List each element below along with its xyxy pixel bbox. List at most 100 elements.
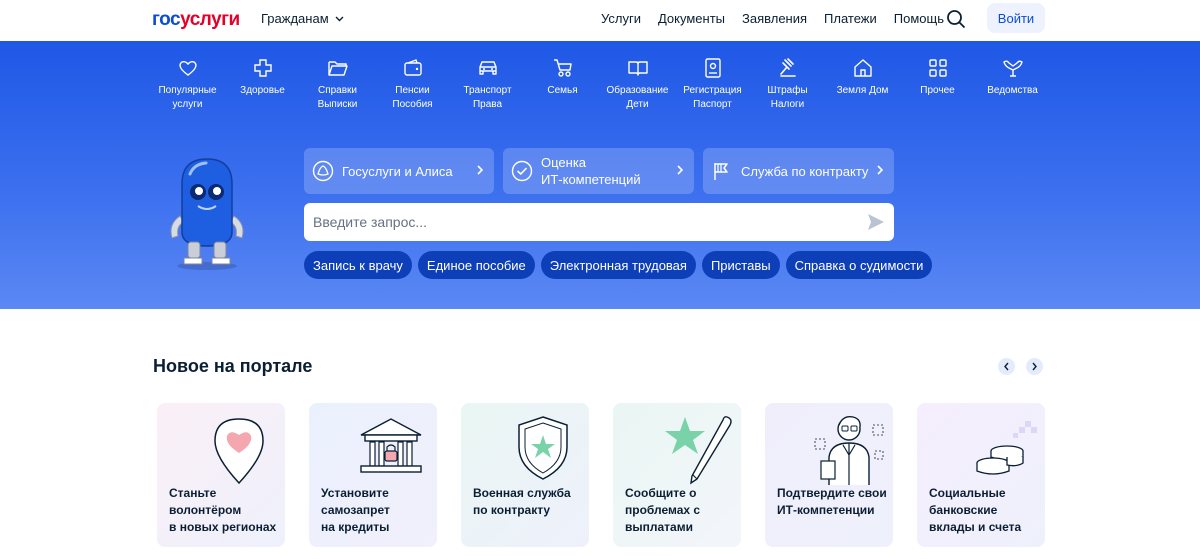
chip-doctor-appointment[interactable]: Запись к врачу: [304, 251, 412, 279]
category-land-house[interactable]: Земля Дом: [825, 57, 900, 112]
news-card-it-competencies[interactable]: Подтвердите свои ИТ-компетенции: [765, 403, 893, 547]
category-label-line1: Штрафы: [767, 85, 808, 96]
gavel-icon: [779, 58, 796, 77]
news-card-line: Социальные: [929, 486, 1006, 500]
audience-dropdown[interactable]: Гражданам: [261, 11, 344, 26]
coins-icon: [976, 421, 1037, 475]
book-icon: [627, 61, 648, 76]
category-label-line2: Налоги: [770, 99, 805, 110]
news-card-text: Подтвердите свои ИТ-компетенции: [777, 485, 889, 519]
category-agencies[interactable]: Ведомства: [975, 57, 1050, 112]
nav-documents[interactable]: Документы: [658, 11, 725, 26]
category-transport[interactable]: Транспорт Права: [450, 57, 525, 112]
chip-electronic-workbook[interactable]: Электронная трудовая: [540, 251, 696, 279]
category-label-line2: Права: [472, 99, 503, 110]
news-cards: Станьте волонтёром в новых регионах Устано…: [157, 403, 1045, 547]
category-label-line2: услуги: [172, 99, 203, 110]
chip-criminal-record[interactable]: Справка о судимости: [785, 251, 933, 279]
bank-lock-icon: [360, 418, 422, 473]
carousel-prev-button[interactable]: [998, 358, 1015, 375]
news-card-line: Установите: [321, 486, 389, 500]
news-section-title: Новое на портале: [153, 356, 313, 376]
news-card-line: Сообщите о: [625, 486, 697, 500]
category-family[interactable]: Семья: [525, 57, 600, 112]
quick-link-label: Госуслуги и Алиса: [342, 163, 453, 179]
quick-link-line2: ИТ-компетенций: [541, 172, 641, 187]
quick-link-line1: Оценка: [541, 155, 587, 170]
category-label-line1: Транспорт: [463, 85, 512, 96]
robot-mascot: [170, 158, 244, 270]
top-header: госуслуги Гражданам Услуги Документы Зая…: [0, 0, 1200, 41]
category-other[interactable]: Прочее: [900, 57, 975, 112]
alice-icon: [312, 160, 334, 182]
category-certificates[interactable]: Справки Выписки: [300, 57, 375, 112]
category-pensions[interactable]: Пенсии Пособия: [375, 57, 450, 112]
category-bar: Популярные услуги Здоровье Справки Выпис…: [150, 57, 1050, 112]
category-popular[interactable]: Популярные услуги: [150, 57, 225, 112]
gosuslugi-logo[interactable]: госуслуги: [152, 9, 240, 31]
chevron-right-icon: [477, 165, 484, 175]
category-registration[interactable]: Регистрация Паспорт: [675, 57, 750, 112]
heart-icon: [178, 60, 197, 76]
heart-pin-icon: [214, 418, 264, 485]
category-label-line1: Пенсии: [395, 85, 430, 96]
specialist-icon: [814, 415, 884, 485]
logo-part-1: гос: [152, 9, 181, 30]
news-card-social-deposits[interactable]: Социальные банковские вклады и счета: [917, 403, 1045, 547]
news-card-text: Военная служба по контракту: [473, 485, 585, 519]
nav-applications[interactable]: Заявления: [742, 11, 807, 26]
news-card-military-service[interactable]: Военная служба по контракту: [461, 403, 589, 547]
news-card-line: в новых регионах: [169, 520, 277, 534]
news-card-text: Установите самозапрет на кредиты: [321, 485, 433, 536]
stroller-icon: [553, 59, 572, 77]
news-card-line: выплатами: [625, 520, 693, 534]
category-label-line1: Регистрация: [683, 85, 742, 96]
cross-icon: [253, 59, 272, 77]
news-card-payment-problems[interactable]: Сообщите о проблемах с выплатами: [613, 403, 741, 547]
carousel-controls: [998, 358, 1043, 375]
news-card-line: Подтвердите свои: [777, 486, 887, 500]
quick-link-label: Служба по контракту: [741, 163, 869, 179]
hero-section: Популярные услуги Здоровье Справки Выпис…: [0, 41, 1200, 309]
send-icon[interactable]: [866, 212, 886, 232]
audience-label: Гражданам: [261, 11, 329, 26]
category-label-line2: Пособия: [392, 99, 433, 110]
news-card-credit-ban[interactable]: Установите самозапрет на кредиты: [309, 403, 437, 547]
quick-link-contract-service[interactable]: Служба по контракту: [703, 148, 894, 194]
news-card-line: на кредиты: [321, 520, 390, 534]
category-label-line2: Дети: [626, 99, 649, 110]
category-education[interactable]: Образование Дети: [600, 57, 675, 112]
category-label-line1: Земля Дом: [836, 85, 889, 96]
login-button[interactable]: Войти: [987, 3, 1045, 33]
category-label-line1: Здоровье: [240, 85, 285, 96]
search-input[interactable]: [304, 203, 844, 241]
carousel-next-button[interactable]: [1026, 358, 1043, 375]
nav-payments[interactable]: Платежи: [824, 11, 877, 26]
news-card-line: ИТ-компетенции: [777, 503, 875, 517]
house-icon: [853, 59, 872, 77]
quick-link-it-assessment[interactable]: Оценка ИТ-компетенций: [503, 148, 694, 194]
news-card-line: вклады и счета: [929, 520, 1022, 534]
category-label-line1: Популярные: [158, 85, 217, 96]
suggestion-chips: Запись к врачу Единое пособие Электронна…: [304, 251, 933, 279]
nav-help[interactable]: Помощь: [894, 11, 944, 26]
chip-bailiffs[interactable]: Приставы: [701, 251, 780, 279]
chevron-right-icon: [1032, 362, 1037, 371]
category-health[interactable]: Здоровье: [225, 57, 300, 112]
chip-unified-allowance[interactable]: Единое пособие: [417, 251, 535, 279]
news-card-line: банковские: [929, 503, 998, 517]
news-card-text: Станьте волонтёром в новых регионах: [169, 485, 281, 536]
flag-icon: [714, 163, 728, 180]
quick-link-alice[interactable]: Госуслуги и Алиса: [304, 148, 494, 194]
news-card-volunteer[interactable]: Станьте волонтёром в новых регионах: [157, 403, 285, 547]
category-label-line2: Выписки: [317, 99, 358, 110]
shield-star-icon: [518, 416, 568, 480]
category-fines[interactable]: Штрафы Налоги: [750, 57, 825, 112]
category-label-line1: Справки: [317, 85, 358, 96]
category-label-line1: Семья: [547, 85, 578, 96]
search-icon[interactable]: [945, 8, 967, 30]
nav-services[interactable]: Услуги: [601, 11, 641, 26]
chevron-left-icon: [1004, 362, 1009, 371]
news-card-line: Военная служба: [473, 486, 571, 500]
news-card-text: Социальные банковские вклады и счета: [929, 485, 1041, 536]
